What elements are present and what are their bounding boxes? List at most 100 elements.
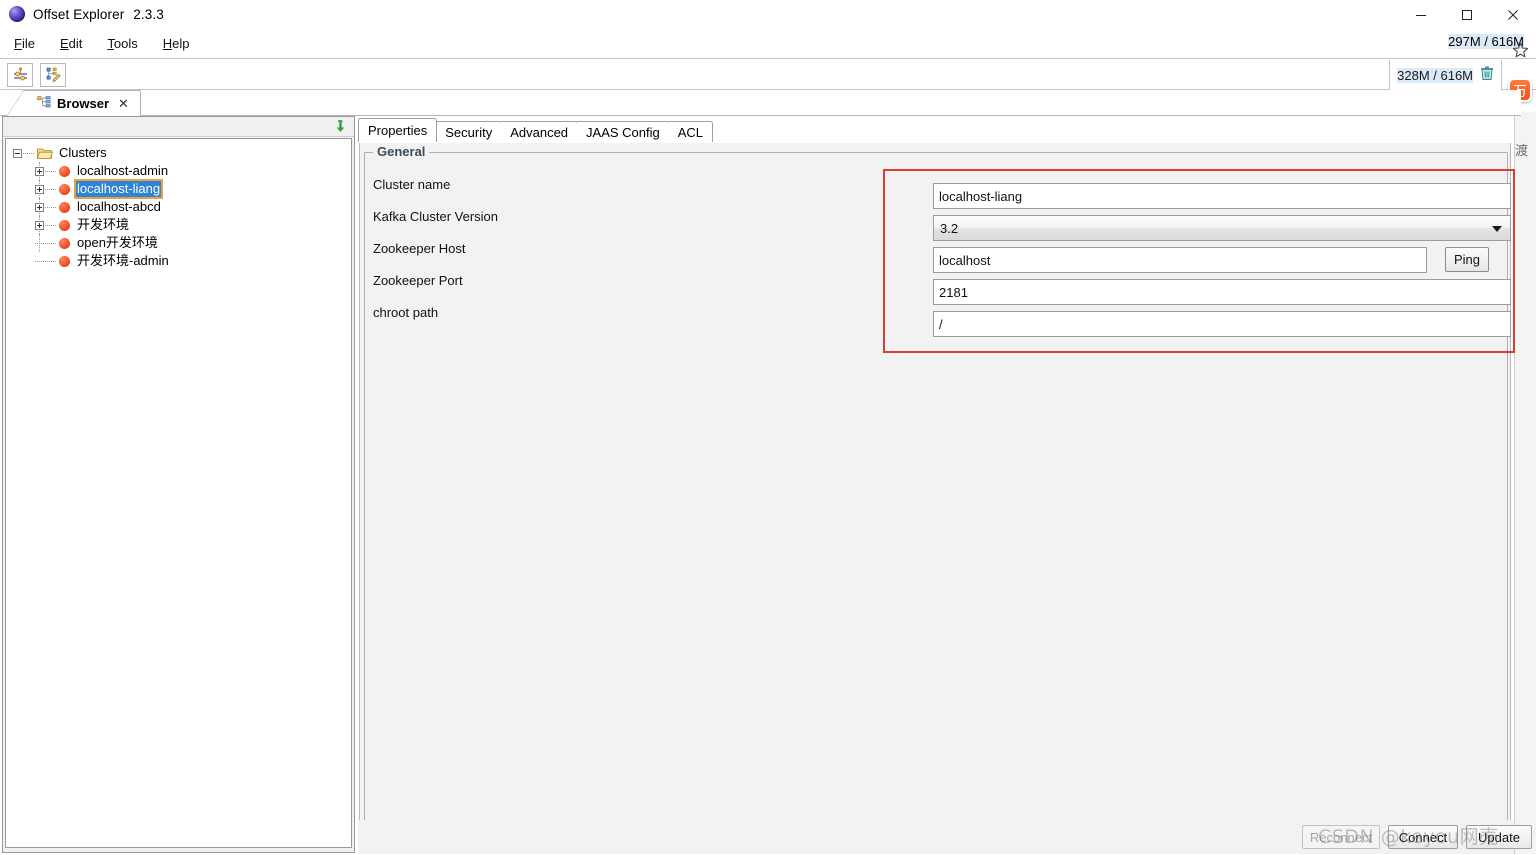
tab-jaas-config-label: JAAS Config — [586, 124, 660, 140]
tab-properties[interactable]: Properties — [358, 118, 438, 142]
tab-acl-label: ACL — [677, 124, 704, 140]
close-icon[interactable]: ✕ — [118, 96, 129, 112]
tree-node-dev-env[interactable]: 开发环境 — [13, 216, 351, 234]
tree-connector — [45, 224, 56, 226]
cluster-dot-icon — [59, 237, 70, 249]
ping-button[interactable]: Ping — [1445, 247, 1489, 272]
tab-jaas-config[interactable]: JAAS Config — [577, 121, 670, 142]
label-cluster-name: Cluster name — [373, 177, 451, 192]
zookeeper-host-row: Ping — [933, 247, 1503, 273]
tree-connector — [39, 234, 40, 252]
tab-advanced[interactable]: Advanced — [501, 121, 579, 142]
general-group-label: General — [373, 144, 430, 159]
right-edge-strip — [1514, 112, 1536, 854]
menu-item-edit[interactable]: Edit — [49, 33, 93, 54]
app-title-text: Offset Explorer — [33, 6, 125, 22]
tab-security[interactable]: Security — [436, 121, 503, 142]
edge-strip-text: 渡 — [1515, 143, 1529, 158]
tab-advanced-label: Advanced — [510, 124, 569, 140]
cluster-tree-panel: Clusters localhost-admin localhost-liang — [2, 116, 355, 853]
chroot-path-input[interactable] — [933, 311, 1511, 337]
page-title: Offset Explorer 2.3.3 — [33, 7, 164, 22]
sphere-icon — [9, 6, 25, 22]
connect-button[interactable]: Connect — [1388, 825, 1458, 849]
close-icon[interactable] — [1490, 0, 1536, 29]
zookeeper-host-input[interactable] — [933, 247, 1427, 273]
properties-content: General Cluster name Kafka Cluster Versi… — [359, 143, 1515, 843]
cluster-properties-panel: Properties Security Advanced JAAS Config… — [358, 116, 1515, 853]
folder-open-icon — [36, 147, 53, 160]
tab-browser-label: Browser — [57, 96, 110, 111]
label-zookeeper-host: Zookeeper Host — [373, 241, 466, 256]
tree-node-label: open开发环境 — [77, 235, 158, 250]
zookeeper-port-input[interactable] — [933, 279, 1511, 305]
collapse-all-icon[interactable] — [333, 119, 348, 137]
update-button[interactable]: Update — [1466, 825, 1532, 849]
add-cluster-button[interactable] — [7, 62, 33, 87]
menu-item-tools[interactable]: Tools — [96, 33, 148, 54]
action-button-bar: Reconnect Connect Update — [358, 820, 1532, 854]
tree-connector — [35, 260, 56, 262]
menu-label-file: ile — [21, 36, 35, 51]
expand-expander-icon[interactable] — [35, 202, 44, 212]
tree-node-label: 开发环境-admin — [77, 253, 169, 268]
kafka-cluster-version-select[interactable]: 3.2 — [933, 215, 1511, 241]
expand-expander-icon[interactable] — [35, 166, 44, 176]
menu-label-tools: ools — [113, 36, 138, 51]
tree-panel-header — [3, 117, 354, 137]
cluster-dot-icon — [59, 219, 70, 231]
maximize-icon[interactable] — [1444, 0, 1490, 29]
tree-node-label: localhost-admin — [77, 163, 169, 178]
chevron-down-icon — [1492, 226, 1502, 232]
cluster-tree[interactable]: Clusters localhost-admin localhost-liang — [5, 138, 352, 848]
tree-node-label: localhost-abcd — [77, 199, 161, 214]
cluster-name-input[interactable] — [933, 183, 1511, 209]
menu-label-help: elp — [172, 36, 190, 51]
kafka-cluster-version-value: 3.2 — [940, 221, 959, 236]
trash-icon[interactable] — [1480, 66, 1494, 84]
cluster-dot-icon — [59, 165, 70, 177]
memory-indicator-toolbar[interactable]: 328M / 616M — [1389, 60, 1502, 90]
title-bar: Offset Explorer 2.3.3 — [0, 0, 1536, 29]
properties-tabbar: Properties Security Advanced JAAS Config… — [358, 118, 714, 142]
tree-node-label: Clusters — [59, 145, 107, 160]
tree-node-dev-env-admin[interactable]: 开发环境-admin — [13, 252, 351, 270]
menu-bar: File Edit Tools Help 297M / 616M — [0, 29, 1536, 59]
tree-connector — [45, 170, 56, 172]
menu-item-help[interactable]: Help — [152, 33, 201, 54]
expand-expander-icon[interactable] — [35, 184, 44, 194]
reconnect-button[interactable]: Reconnect — [1302, 825, 1380, 849]
tree-connector — [45, 206, 56, 208]
label-kafka-cluster-version: Kafka Cluster Version — [373, 209, 499, 224]
tree-node-clusters[interactable]: Clusters — [13, 144, 351, 162]
tree-connector — [23, 152, 34, 154]
tab-security-label: Security — [445, 124, 493, 140]
tree-node-localhost-admin[interactable]: localhost-admin — [13, 162, 351, 180]
edit-cluster-button[interactable] — [40, 62, 66, 87]
tab-acl[interactable]: ACL — [668, 121, 714, 142]
menu-label-edit: dit — [68, 36, 83, 51]
editor-tabstrip: Browser ✕ — [0, 90, 1521, 116]
collapse-expander-icon[interactable] — [13, 148, 22, 158]
expand-expander-icon[interactable] — [35, 220, 44, 230]
tab-browser[interactable]: Browser ✕ — [7, 90, 141, 116]
tree-browser-icon — [37, 95, 51, 112]
tree-node-label-selected: localhost-liang — [73, 179, 164, 199]
cluster-dot-icon — [59, 183, 70, 195]
annotated-fields-region: 3.2 Ping — [883, 169, 1515, 353]
menu-item-file[interactable]: File — [3, 33, 46, 54]
tab-properties-label: Properties — [368, 123, 428, 138]
tree-connector — [45, 188, 56, 190]
tree-node-label: 开发环境 — [77, 217, 130, 232]
label-chroot-path: chroot path — [373, 305, 439, 320]
window-controls — [1398, 0, 1536, 29]
star-icon[interactable] — [1512, 42, 1529, 62]
application-window: Offset Explorer 2.3.3 File Edit Tools Hel… — [0, 0, 1536, 855]
minimize-icon[interactable] — [1398, 0, 1444, 29]
cluster-dot-icon — [59, 201, 70, 213]
tree-node-localhost-liang[interactable]: localhost-liang — [13, 179, 351, 199]
tree-node-open-dev-env[interactable]: open开发环境 — [13, 234, 351, 252]
general-groupbox: General Cluster name Kafka Cluster Versi… — [364, 144, 1515, 835]
memory-text-toolbar: 328M / 616M — [1397, 67, 1473, 83]
tree-node-localhost-abcd[interactable]: localhost-abcd — [13, 198, 351, 216]
